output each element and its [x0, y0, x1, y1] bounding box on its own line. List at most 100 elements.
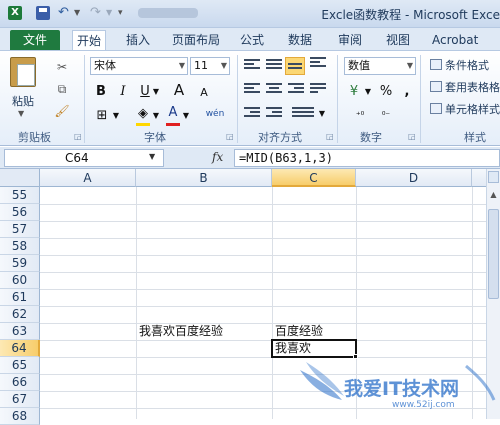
column-header-a[interactable]: A [40, 169, 136, 187]
accounting-format-button[interactable]: ¥ [346, 83, 362, 101]
scroll-up-icon[interactable]: ▲ [487, 187, 500, 203]
tab-view[interactable]: 视图 [382, 30, 414, 50]
group-separator [84, 55, 85, 143]
number-format-select[interactable]: 数值 ▼ [344, 57, 416, 75]
row-header-60[interactable]: 60 [0, 272, 40, 289]
underline-dropdown-icon[interactable]: ▼ [152, 83, 160, 101]
cell-styles-icon [430, 103, 442, 114]
insert-function-icon[interactable]: fx [212, 150, 223, 164]
format-painter-icon[interactable]: 🖌 [54, 103, 70, 119]
underline-button[interactable]: U [138, 83, 152, 101]
gridline [40, 289, 486, 290]
tab-insert[interactable]: 插入 [122, 30, 154, 50]
tab-acrobat[interactable]: Acrobat [428, 30, 482, 50]
row-header-65[interactable]: 65 [0, 357, 40, 374]
undo-icon[interactable]: ↶ [58, 6, 72, 20]
gridline [40, 357, 486, 358]
row-header-63[interactable]: 63 [0, 323, 40, 340]
row-header-55[interactable]: 55 [0, 187, 40, 204]
align-right-icon[interactable] [288, 83, 304, 97]
customize-qat-icon[interactable]: ▾ [118, 6, 132, 20]
row-header-62[interactable]: 62 [0, 306, 40, 323]
excel-app-icon[interactable]: X [8, 6, 22, 20]
vertical-scrollbar[interactable]: ▲ [486, 169, 500, 419]
row-header-58[interactable]: 58 [0, 238, 40, 255]
cell-styles-button[interactable]: 单元格样式 [430, 101, 500, 117]
borders-dropdown-icon[interactable]: ▼ [112, 107, 120, 125]
formula-input[interactable]: =MID(B63,1,3) [234, 149, 500, 167]
alignment-launcher-icon[interactable]: ◲ [326, 132, 334, 141]
paste-icon[interactable] [10, 57, 36, 87]
select-all-button[interactable] [0, 169, 40, 187]
align-center-icon[interactable] [266, 83, 282, 97]
blurred-title-region [138, 8, 198, 18]
row-header-61[interactable]: 61 [0, 289, 40, 306]
row-header-64[interactable]: 64 [0, 340, 40, 357]
decrease-decimal-icon[interactable]: ⁰⁻ [376, 107, 396, 125]
fill-color-icon[interactable]: ◈ [136, 105, 150, 123]
clipboard-launcher-icon[interactable]: ◲ [74, 132, 82, 141]
column-header-b[interactable]: B [136, 169, 272, 187]
paste-button-label[interactable]: 粘贴 [12, 93, 34, 109]
save-icon[interactable] [36, 6, 50, 20]
fill-handle[interactable] [353, 354, 358, 359]
paste-dropdown-icon[interactable]: ▼ [18, 109, 24, 118]
merge-center-icon[interactable] [292, 107, 314, 121]
cell-c63[interactable]: 百度经验 [273, 323, 323, 340]
align-bottom-icon[interactable] [285, 57, 305, 75]
cell-b63[interactable]: 我喜欢百度经验 [137, 323, 223, 340]
redo-icon[interactable]: ↷ [90, 6, 104, 20]
split-box[interactable] [488, 171, 499, 183]
percent-style-button[interactable]: % [378, 83, 394, 101]
italic-button[interactable]: I [116, 83, 130, 101]
spreadsheet-grid[interactable]: A B C D 55 56 57 58 59 60 61 62 63 64 65… [0, 169, 500, 425]
accounting-dropdown-icon[interactable]: ▼ [364, 83, 372, 101]
align-top-icon[interactable] [244, 59, 260, 73]
font-color-dropdown-icon[interactable]: ▼ [182, 107, 190, 125]
column-header-e-partial[interactable] [472, 169, 486, 187]
format-as-table-button[interactable]: 套用表格格 [430, 79, 500, 95]
tab-review[interactable]: 审阅 [334, 30, 366, 50]
chevron-down-icon[interactable]: ▼ [149, 152, 155, 161]
fill-color-dropdown-icon[interactable]: ▼ [152, 107, 160, 125]
cut-icon[interactable]: ✂ [54, 59, 70, 75]
gridline [40, 306, 486, 307]
column-header-c[interactable]: C [272, 169, 356, 187]
shrink-font-button[interactable]: A [198, 84, 210, 102]
phonetic-guide-button[interactable]: wén [202, 105, 228, 123]
increase-indent-icon[interactable] [266, 107, 282, 121]
font-size-select[interactable]: 11 ▼ [190, 57, 230, 75]
tab-home[interactable]: 开始 [72, 30, 107, 51]
tab-page-layout[interactable]: 页面布局 [168, 30, 224, 50]
align-middle-icon[interactable] [266, 59, 282, 73]
row-header-57[interactable]: 57 [0, 221, 40, 238]
row-header-59[interactable]: 59 [0, 255, 40, 272]
borders-icon[interactable]: ⊞ [94, 107, 110, 125]
merge-dropdown-icon[interactable]: ▼ [318, 105, 326, 123]
column-header-d[interactable]: D [356, 169, 472, 187]
increase-decimal-icon[interactable]: ⁺⁰ [350, 107, 370, 125]
name-box[interactable]: C64 ▼ [4, 149, 164, 167]
font-color-button[interactable]: A [166, 104, 180, 122]
font-name-select[interactable]: 宋体 ▼ [90, 57, 188, 75]
tab-formulas[interactable]: 公式 [236, 30, 268, 50]
tab-file[interactable]: 文件 [10, 30, 60, 50]
font-launcher-icon[interactable]: ◲ [226, 132, 234, 141]
row-header-56[interactable]: 56 [0, 204, 40, 221]
number-launcher-icon[interactable]: ◲ [408, 132, 416, 141]
bold-button[interactable]: B [94, 83, 108, 101]
row-header-68[interactable]: 68 [0, 408, 40, 425]
row-header-67[interactable]: 67 [0, 391, 40, 408]
orientation-icon[interactable] [310, 57, 326, 71]
scroll-thumb[interactable] [488, 209, 499, 299]
copy-icon[interactable]: ⧉ [54, 81, 70, 97]
decrease-indent-icon[interactable] [244, 107, 260, 121]
align-left-icon[interactable] [244, 83, 260, 97]
undo-dropdown-icon[interactable]: ▼ [74, 6, 88, 20]
row-header-66[interactable]: 66 [0, 374, 40, 391]
grow-font-button[interactable]: A [172, 81, 186, 99]
tab-data[interactable]: 数据 [284, 30, 316, 50]
wrap-text-icon[interactable] [310, 83, 326, 97]
comma-style-button[interactable]: , [402, 83, 412, 101]
conditional-formatting-button[interactable]: 条件格式 [430, 57, 489, 73]
